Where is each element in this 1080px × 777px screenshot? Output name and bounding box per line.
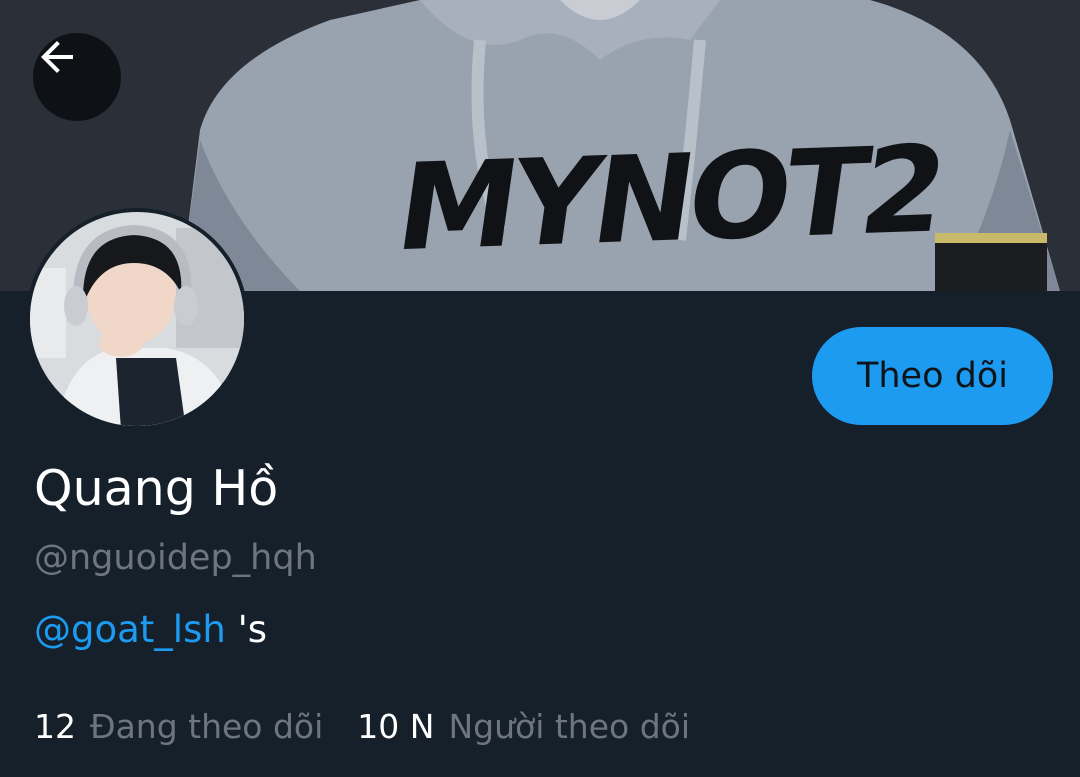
avatar-image <box>26 208 248 430</box>
bio-suffix-text: 's <box>225 608 268 651</box>
following-count: 12 <box>34 707 76 746</box>
display-name: Quang Hồ <box>34 460 279 517</box>
followers-stat[interactable]: 10 N Người theo dõi <box>357 707 690 746</box>
profile-page: MYNOT2 Theo dõi Quang Hồ @nguoidep_hqh @… <box>0 0 1080 777</box>
bio-mention-link[interactable]: @goat_lsh <box>34 608 226 651</box>
banner-print-text: MYNOT2 <box>388 120 950 279</box>
followers-label: Người theo dõi <box>448 707 691 746</box>
avatar[interactable] <box>26 208 248 430</box>
arrow-left-icon <box>41 41 73 73</box>
back-button[interactable] <box>33 33 121 121</box>
bio: @goat_lsh 's <box>34 608 267 651</box>
following-label: Đang theo dõi <box>90 707 324 746</box>
follow-button[interactable]: Theo dõi <box>812 327 1053 425</box>
following-stat[interactable]: 12 Đang theo dõi <box>34 707 323 746</box>
follow-stats: 12 Đang theo dõi 10 N Người theo dõi <box>34 707 690 746</box>
followers-count: 10 N <box>357 707 435 746</box>
user-handle: @nguoidep_hqh <box>34 538 317 578</box>
